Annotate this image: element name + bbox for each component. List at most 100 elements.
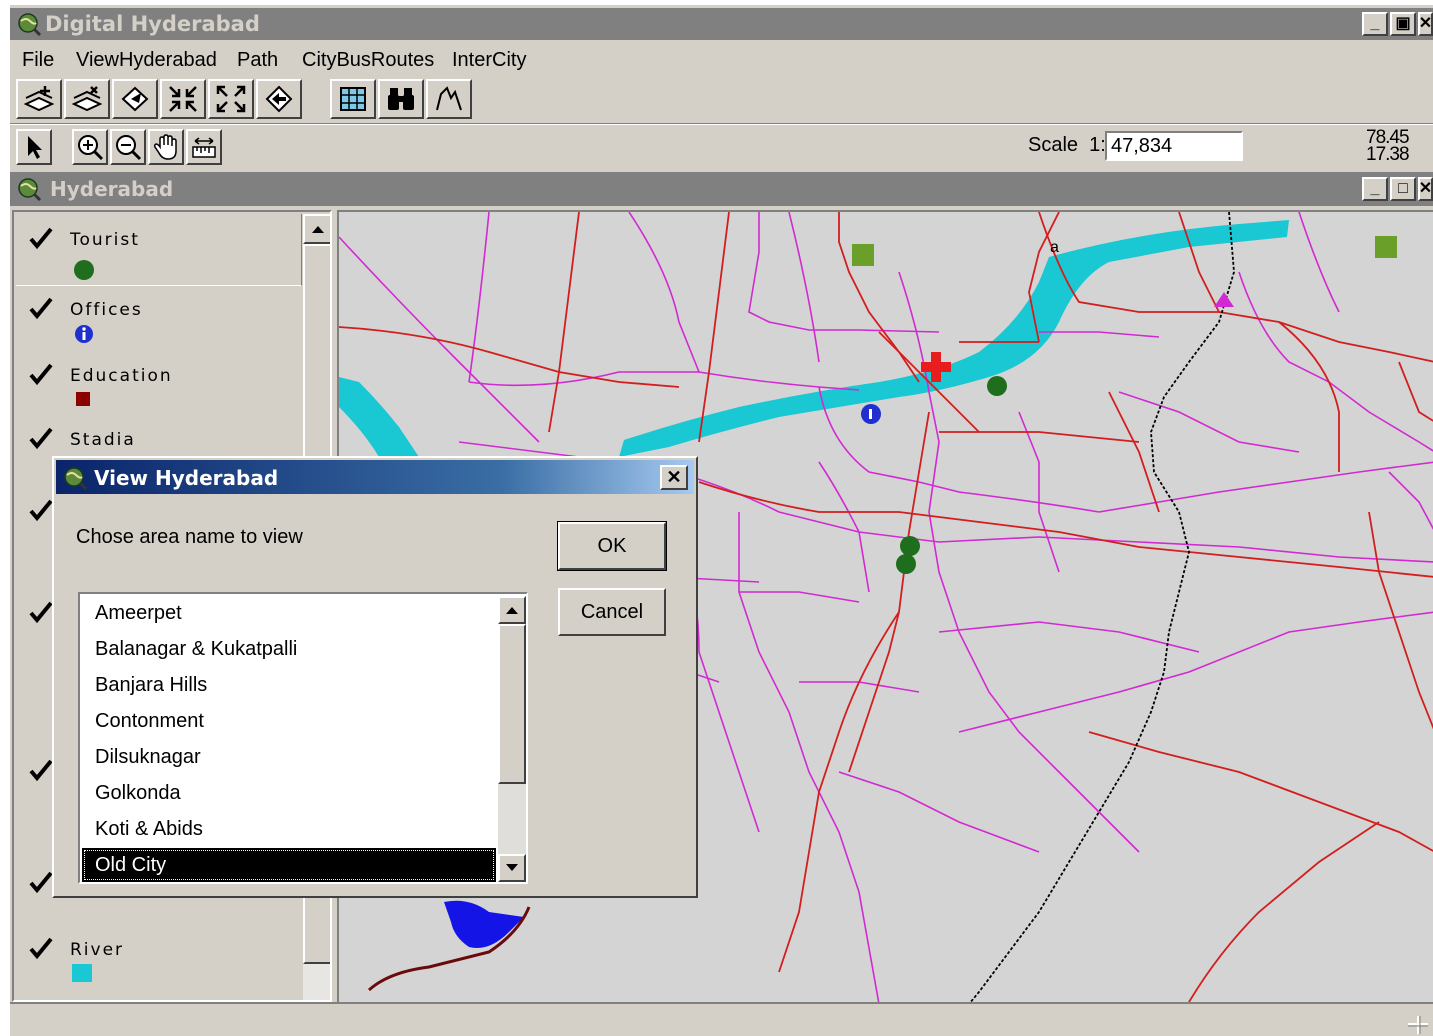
legend-label-education: Education bbox=[70, 366, 173, 386]
arrow-up-icon bbox=[506, 607, 518, 614]
list-item[interactable]: Koti & Abids bbox=[82, 812, 496, 846]
measure-icon bbox=[192, 137, 216, 158]
map-maximize-button[interactable]: □ bbox=[1390, 177, 1416, 201]
status-bar bbox=[10, 1002, 1433, 1036]
pointer-tool-button[interactable] bbox=[16, 129, 52, 165]
shrink-arrows-icon bbox=[169, 86, 197, 112]
map-minimize-button[interactable]: _ bbox=[1362, 177, 1388, 201]
overview-button[interactable] bbox=[330, 79, 376, 119]
legend-label-offices: Offices bbox=[70, 300, 143, 320]
measure-button[interactable] bbox=[186, 129, 222, 165]
hand-icon bbox=[153, 134, 177, 160]
add-layer-icon bbox=[23, 86, 55, 112]
check-icon[interactable] bbox=[28, 758, 54, 784]
tourist-dot-icon bbox=[74, 260, 94, 280]
menu-view-hyderabad[interactable]: ViewHyderabad bbox=[76, 49, 217, 72]
list-scroll-up-button[interactable] bbox=[498, 596, 526, 624]
route-line-icon bbox=[436, 86, 462, 111]
menu-file[interactable]: File bbox=[22, 49, 54, 72]
check-icon[interactable] bbox=[28, 870, 54, 896]
ok-button[interactable]: OK bbox=[557, 521, 667, 571]
add-layer-button[interactable] bbox=[16, 79, 62, 119]
area-listbox[interactable]: Ameerpet Balanagar & Kukatpalli Banjara … bbox=[78, 592, 528, 884]
zoom-in-button[interactable] bbox=[72, 129, 108, 165]
map-grid-icon bbox=[340, 87, 366, 111]
list-item[interactable]: Contonment bbox=[82, 704, 496, 738]
list-item[interactable]: Balanagar & Kukatpalli bbox=[82, 632, 496, 666]
map-window-title: Hyderabad bbox=[50, 177, 174, 201]
view-hyderabad-dialog: View Hyderabad ✕ Chose area name to view… bbox=[52, 456, 698, 898]
globe-icon bbox=[64, 467, 88, 491]
menu-bar: File ViewHyderabad Path CityBusRoutes In… bbox=[10, 43, 1433, 77]
remove-layer-button[interactable] bbox=[64, 79, 110, 119]
resize-grip-icon[interactable] bbox=[1406, 1014, 1430, 1036]
app-title: Digital Hyderabad bbox=[45, 12, 260, 36]
app-title-bar[interactable]: Digital Hyderabad _ ▣ ✕ bbox=[10, 8, 1433, 40]
find-button[interactable] bbox=[378, 79, 424, 119]
river-shape bbox=[619, 220, 1289, 457]
arrow-pointer-icon bbox=[28, 136, 42, 159]
scroll-up-button[interactable] bbox=[303, 214, 330, 244]
listbox-scrollbar[interactable] bbox=[498, 596, 526, 882]
info-icon bbox=[75, 325, 93, 343]
check-icon[interactable] bbox=[28, 498, 54, 524]
full-extent-button[interactable] bbox=[208, 79, 254, 119]
back-arrow-icon bbox=[265, 85, 293, 113]
check-icon[interactable] bbox=[28, 426, 54, 452]
info-marker-glyph bbox=[869, 409, 872, 419]
arrow-down-icon bbox=[506, 864, 518, 871]
dialog-close-button[interactable]: ✕ bbox=[660, 465, 688, 490]
menu-intercity[interactable]: InterCity bbox=[452, 49, 526, 72]
scale-label: Scale 1: bbox=[1028, 134, 1106, 156]
dialog-title: View Hyderabad bbox=[94, 466, 279, 490]
back-extent-button[interactable] bbox=[256, 79, 302, 119]
dialog-prompt: Chose area name to view bbox=[76, 526, 303, 548]
zoom-out-icon bbox=[116, 135, 142, 161]
scale-input[interactable]: 47,834 bbox=[1105, 131, 1243, 161]
education-marker bbox=[852, 244, 874, 266]
map-label-a: a bbox=[1050, 239, 1059, 256]
toolbar-separator bbox=[10, 123, 1433, 125]
river-shape-west bbox=[339, 377, 419, 457]
expand-arrows-icon bbox=[216, 85, 246, 113]
check-icon[interactable] bbox=[28, 362, 54, 388]
check-icon[interactable] bbox=[28, 936, 54, 962]
river-swatch-icon bbox=[72, 964, 92, 982]
path-tool-button[interactable] bbox=[426, 79, 472, 119]
globe-icon bbox=[18, 178, 42, 202]
binoculars-icon bbox=[388, 88, 414, 110]
check-icon[interactable] bbox=[28, 296, 54, 322]
menu-path[interactable]: Path bbox=[237, 49, 278, 72]
list-scroll-thumb[interactable] bbox=[498, 624, 526, 784]
legend-label-tourist: Tourist bbox=[70, 230, 140, 250]
coordinate-readout: 78.45 17.38 bbox=[1366, 128, 1410, 165]
list-scroll-down-button[interactable] bbox=[498, 854, 526, 882]
tourist-marker bbox=[987, 376, 1007, 396]
zoom-in-icon bbox=[78, 135, 104, 161]
identify-button[interactable] bbox=[112, 79, 158, 119]
check-icon[interactable] bbox=[28, 226, 54, 252]
layers-icon bbox=[71, 86, 103, 112]
list-item[interactable]: Banjara Hills bbox=[82, 668, 496, 702]
list-item[interactable]: Ameerpet bbox=[82, 596, 496, 630]
zoom-out-button[interactable] bbox=[110, 129, 146, 165]
coord-y: 17.38 bbox=[1366, 144, 1410, 165]
cancel-button[interactable]: Cancel bbox=[558, 588, 666, 636]
restore-button[interactable]: ▣ bbox=[1390, 12, 1416, 36]
zoom-in-fixed-button[interactable] bbox=[160, 79, 206, 119]
lake-shape bbox=[444, 900, 524, 948]
map-window-title-bar[interactable]: Hyderabad _ □ ✕ bbox=[10, 172, 1433, 206]
dialog-title-bar[interactable]: View Hyderabad ✕ bbox=[56, 460, 694, 494]
pan-button[interactable] bbox=[148, 129, 184, 165]
education-square-icon bbox=[76, 392, 90, 406]
legend-item-selected-bg bbox=[16, 214, 302, 286]
check-icon[interactable] bbox=[28, 600, 54, 626]
list-item-selected[interactable]: Old City bbox=[82, 848, 496, 882]
globe-icon bbox=[18, 13, 42, 37]
list-item[interactable]: Dilsuknagar bbox=[82, 740, 496, 774]
menu-city-bus-routes[interactable]: CityBusRoutes bbox=[302, 49, 434, 72]
close-button[interactable]: ✕ bbox=[1418, 12, 1433, 36]
list-item[interactable]: Golkonda bbox=[82, 776, 496, 810]
minimize-button[interactable]: _ bbox=[1362, 12, 1388, 36]
map-close-button[interactable]: ✕ bbox=[1418, 177, 1433, 201]
